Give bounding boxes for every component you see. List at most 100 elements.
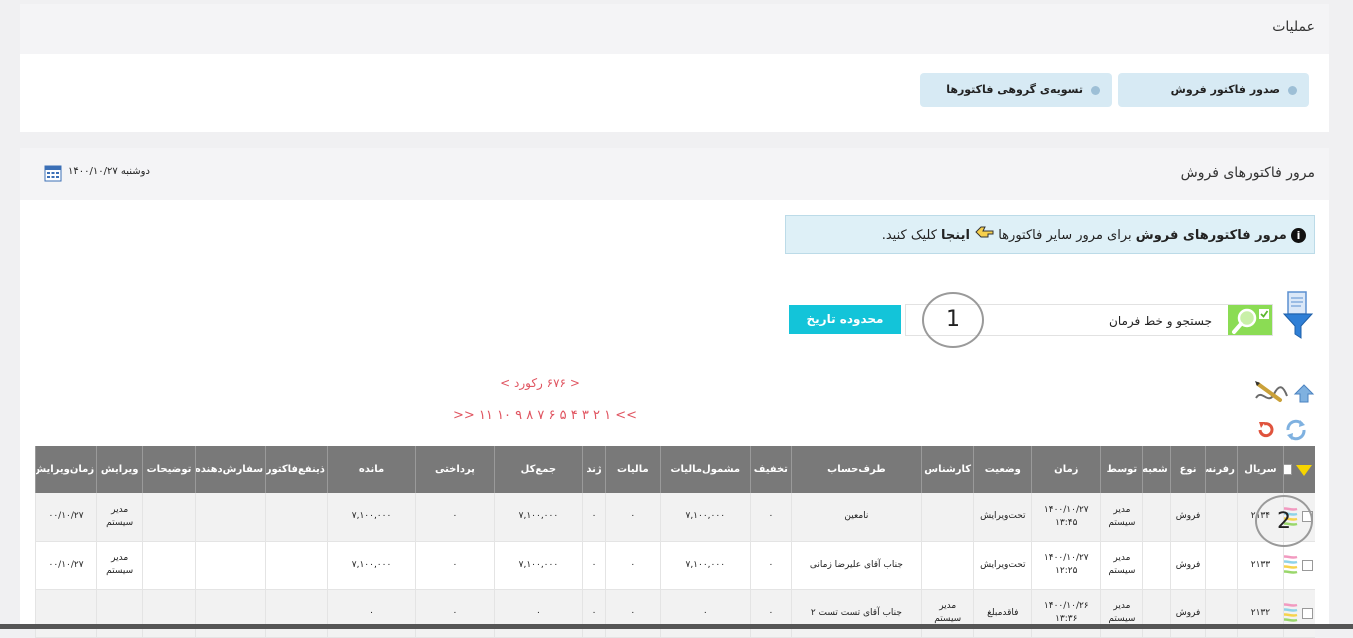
by-line-2: سیستم [1108,614,1136,624]
annotation-1: 1 [922,292,984,348]
header-beneficiary[interactable]: ذینفع‌فاکتور [265,446,328,493]
export-icon[interactable] [1293,383,1315,405]
header-total[interactable]: جمع‌کل [493,446,583,493]
discount-value: ۰ [768,511,774,522]
time-date: ۱۴۰۰/۱۰/۲۷ [1043,504,1089,515]
remain-value: ۷,۱۰۰,۰۰۰ [351,511,392,522]
edit-sign-icon[interactable] [1252,378,1290,408]
search-button[interactable] [1228,305,1272,335]
cell-orderer [194,589,266,638]
cell-remain: ۰ [326,589,416,638]
bottom-scrollbar[interactable] [0,624,1353,629]
cell-reference [1205,493,1238,542]
row-select-cell[interactable] [1283,589,1315,638]
header-party[interactable]: طرف‌حساب [790,446,922,493]
refresh-icon[interactable] [1282,418,1310,442]
tax-value: ۰ [630,511,636,522]
header-serial[interactable]: سریال [1236,446,1284,493]
row-select-cell[interactable] [1283,541,1315,590]
header-description[interactable]: توضیحات [142,446,196,493]
table-row[interactable]: ۲۱۳۴ فروش مدیر سیستم ۱۴۰۰/۱۰/۲۷ ۱۳:۴۵ تحت‌ویرا… [34,493,1315,542]
status-value: تحت‌ویرایش [980,559,1026,570]
header-type[interactable]: نوع [1169,446,1206,493]
cell-serial: ۲۱۳۲ [1236,589,1284,638]
issue-sales-invoice-button[interactable]: صدور فاکتور فروش [1118,73,1309,107]
expert-line-2: سیستم [934,614,962,624]
cell-description [142,493,196,542]
operations-title: عملیات [1272,19,1315,35]
header-taxable[interactable]: مشمول‌مالیات [659,446,751,493]
date-range-button[interactable]: محدوده تاریخ [789,305,901,334]
cell-total: ۷,۱۰۰,۰۰۰ [493,493,583,542]
header-paid[interactable]: پرداختی [415,446,495,493]
page-links[interactable]: >> ۱ ۲ ۳ ۴ ۵ ۶ ۷ ۸ ۹ ۱۰ ۱۱ << [425,408,665,423]
record-count[interactable]: < ۶۷۶ رکورد > [480,376,600,390]
cell-discount: ۰ [749,541,792,590]
row-checkbox[interactable] [1302,607,1313,619]
header-time[interactable]: زمان [1031,446,1101,493]
triangle-down-icon[interactable] [1295,463,1313,477]
cell-round: ۰ [581,493,606,542]
table-row[interactable]: ۲۱۳۲ فروش مدیر سیستم ۱۴۰۰/۱۰/۲۶ ۱۳:۳۶ فاقدمبلغ… [34,589,1315,638]
time-date: ۱۴۰۰/۱۰/۲۷ [1043,553,1089,563]
cell-party: نامعین [790,493,922,542]
invoice-icon[interactable] [1284,553,1300,577]
by-line-2: سیستم [1108,566,1136,576]
cell-beneficiary [265,493,328,542]
group-settlement-button[interactable]: تسویه‌ی گروهی فاکتورها [920,73,1112,107]
cell-tax: ۰ [605,589,661,638]
header-tax[interactable]: مالیات [605,446,661,493]
header-status[interactable]: وضعیت [973,446,1032,493]
header-reference[interactable]: رفرنس [1205,446,1238,493]
info-message: i مرور فاکتورهای فروش برای مرور سایر فاک… [785,215,1315,254]
round-value: ۰ [591,559,597,570]
undo-icon[interactable] [1256,421,1274,439]
magnifier-icon [1232,308,1269,334]
total-value: ۰ [535,607,541,618]
header-round[interactable]: ژند [581,446,606,493]
header-discount[interactable]: تخفیف [749,446,792,493]
party-value: جناب آقای تست تست ۲ [810,607,902,618]
table-row[interactable]: ۲۱۳۳ فروش مدیر سیستم ۱۴۰۰/۱۰/۲۷ ۱۲:۲۵ تحت‌ویرا… [34,541,1315,590]
header-edit[interactable]: ویرایش [96,446,143,493]
header-edit-time[interactable]: زمان‌ویرایش [34,446,97,493]
remain-value: ۷,۱۰۰,۰۰۰ [351,559,392,570]
select-all-checkbox[interactable] [1284,464,1292,475]
total-value: ۷,۱۰۰,۰۰۰ [518,511,559,522]
header-remain[interactable]: مانده [326,446,416,493]
cell-edit-time [34,589,97,638]
header-orderer[interactable]: سفارش‌دهنده [194,446,266,493]
header-branch[interactable]: شعبه [1142,446,1171,493]
row-checkbox[interactable] [1302,559,1313,571]
cell-discount: ۰ [749,493,792,542]
by-line-2: سیستم [1108,517,1136,528]
calendar-icon[interactable] [44,164,62,182]
total-value: ۷,۱۰۰,۰۰۰ [518,559,559,570]
cell-total: ۷,۱۰۰,۰۰۰ [493,541,583,590]
tax-value: ۰ [630,559,636,570]
cell-reference [1205,589,1238,638]
cell-paid: ۰ [415,493,495,542]
search-input[interactable] [952,311,1212,331]
cell-edit-time: ۰۰/۱۰/۲۷ [34,541,97,590]
invoice-icon[interactable] [1284,601,1300,625]
header-by[interactable]: توسط [1100,446,1143,493]
by-line-1: مدیر [1113,553,1131,563]
header-select-cell[interactable] [1283,446,1315,493]
cell-time: ۱۴۰۰/۱۰/۲۷ ۱۲:۲۵ [1031,541,1101,590]
cell-time: ۱۴۰۰/۱۰/۲۷ ۱۳:۴۵ [1031,493,1101,542]
by-line-1: مدیر [1113,504,1131,515]
header-expert[interactable]: کارشناس [920,446,974,493]
edit-line-2: سیستم [106,517,134,528]
party-value: جناب آقای علیرضا زمانی [809,559,903,570]
serial-value: ۲۱۳۲ [1250,607,1271,618]
info-link[interactable]: اینجا [941,228,970,243]
cell-edit: مدیر سیستم [96,493,143,542]
pointing-hand-icon [974,216,994,255]
cell-status: تحت‌ویرایش [973,541,1032,590]
cell-edit [96,589,143,638]
remain-value: ۰ [369,607,374,618]
filter-funnel-icon[interactable] [1280,290,1316,342]
cell-expert: مدیر سیستم [920,589,974,638]
expert-line-1: مدیر [939,601,957,611]
